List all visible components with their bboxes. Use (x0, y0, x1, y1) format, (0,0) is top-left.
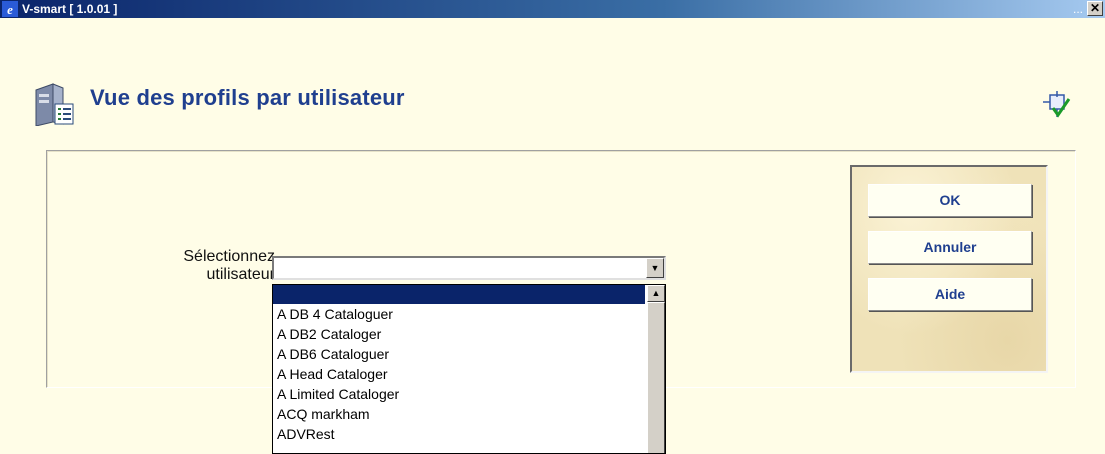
ok-button[interactable]: OK (868, 184, 1032, 217)
select-user-label: Sélectionnez utilisateur (183, 248, 275, 284)
scrollbar-thumb[interactable] (647, 302, 665, 453)
dropdown-scrollbar[interactable]: ▲ (647, 285, 665, 453)
list-item[interactable]: A Head Cataloger (273, 364, 645, 384)
help-button[interactable]: Aide (868, 278, 1032, 311)
list-item[interactable]: A DB2 Cataloger (273, 324, 645, 344)
window-title: V-smart [ 1.0.01 ] (22, 2, 118, 16)
list-item[interactable]: A Limited Cataloger (273, 384, 645, 404)
internet-explorer-icon: e (2, 1, 18, 17)
scroll-up-button[interactable]: ▲ (647, 285, 665, 302)
chevron-down-icon: ▼ (650, 263, 660, 273)
svg-text:e: e (7, 2, 13, 17)
list-item[interactable] (273, 285, 645, 304)
user-dropdown-list[interactable]: A DB 4 Cataloguer A DB2 Cataloger A DB6 … (272, 284, 666, 454)
close-button[interactable]: ✕ (1087, 1, 1103, 16)
close-icon: ✕ (1089, 1, 1101, 15)
list-item[interactable]: A DB6 Cataloguer (273, 344, 645, 364)
list-item[interactable]: A DB 4 Cataloguer (273, 304, 645, 324)
select-user-label-line1: Sélectionnez (183, 248, 275, 265)
button-panel: OK Annuler Aide (850, 165, 1048, 373)
page-title: Vue des profils par utilisateur (90, 85, 405, 110)
select-user-label-line2: utilisateur (206, 266, 275, 283)
profile-list-icon (35, 83, 74, 126)
workflow-check-icon[interactable] (1041, 91, 1071, 121)
list-item[interactable]: ADVRest (273, 424, 645, 444)
user-select[interactable]: ▼ (272, 256, 666, 280)
cancel-button[interactable]: Annuler (868, 231, 1032, 264)
chevron-up-icon: ▲ (651, 288, 661, 298)
window-dots: ... (1072, 2, 1083, 16)
list-item[interactable]: ACQ markham (273, 404, 645, 424)
window-titlebar: e V-smart [ 1.0.01 ] ... ✕ (0, 0, 1105, 18)
dropdown-arrow-button[interactable]: ▼ (646, 258, 664, 278)
